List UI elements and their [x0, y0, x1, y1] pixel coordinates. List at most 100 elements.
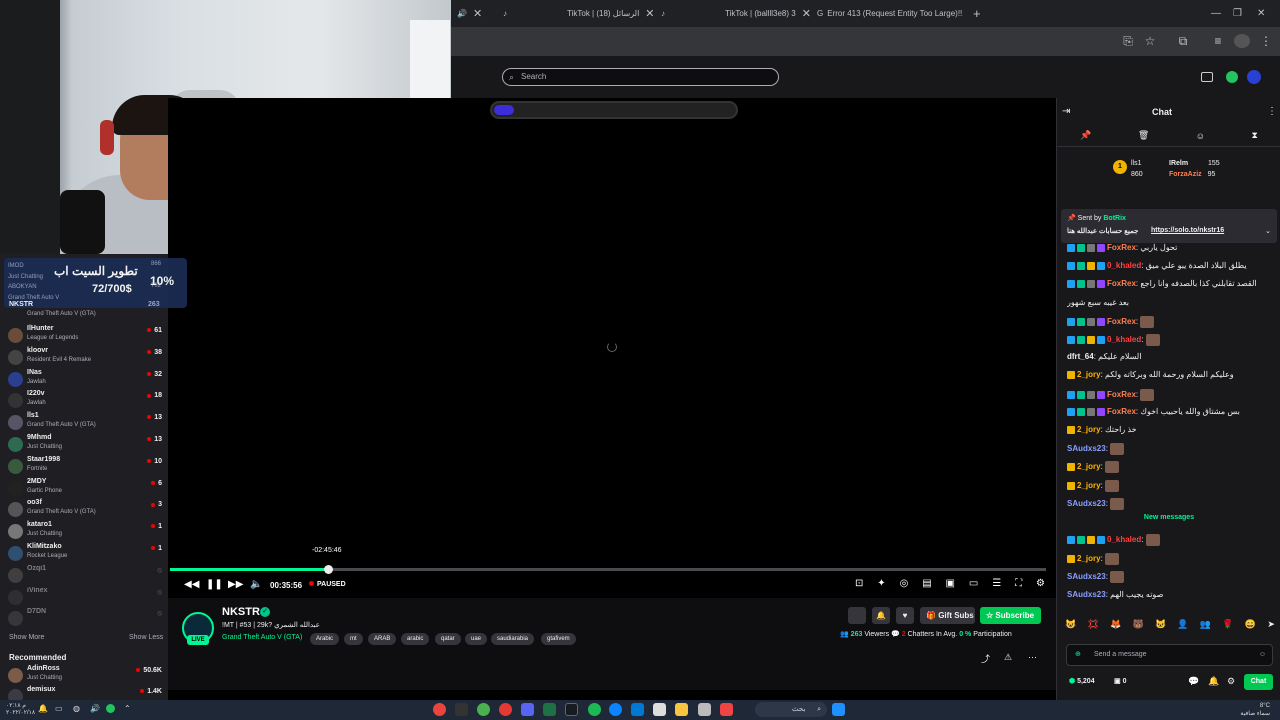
tray-app-icon[interactable] — [106, 704, 115, 713]
emote-icon[interactable]: 👥 — [1200, 619, 1211, 635]
app-icon[interactable] — [698, 703, 711, 716]
recommended-channel[interactable]: AdinRoss Just Chatting 50.6K — [8, 665, 162, 687]
chat-username[interactable]: 2_jory — [1077, 370, 1101, 379]
volume-icon[interactable]: 🔈 — [250, 579, 262, 590]
display-icon[interactable]: ▭ — [55, 704, 63, 713]
close-window-icon[interactable]: ✕ — [1257, 4, 1265, 23]
emoji-picker-icon[interactable]: ☺ — [1259, 645, 1266, 665]
steam-icon[interactable] — [565, 703, 578, 716]
stats-icon[interactable]: ▤ — [922, 578, 931, 592]
emote-icon[interactable]: 🦊 — [1110, 619, 1121, 635]
captions-icon[interactable]: ☰ — [992, 578, 1001, 592]
clip-icon[interactable]: ⊡ — [855, 578, 863, 592]
windows-start-icon[interactable] — [832, 703, 845, 716]
store-icon[interactable] — [653, 703, 666, 716]
pip-icon[interactable]: ▣ — [946, 578, 955, 592]
tab-active[interactable]: 🔊 ✕ — [457, 4, 482, 23]
sidebar-channel[interactable]: KliMitzako Rocket League 1 — [8, 543, 162, 565]
bookmark-star-icon[interactable]: ☆ — [1143, 34, 1157, 48]
pinned-link[interactable]: https://solo.to/nkstr16 — [1151, 227, 1224, 234]
pinned-message[interactable]: 📌 Sent by BotRix جميع حسابات عبدالله هنا… — [1061, 209, 1277, 243]
emote-icon[interactable]: 😺 — [1065, 619, 1076, 635]
chat-username[interactable]: 2_jory — [1077, 554, 1101, 563]
stream-tag[interactable]: mt — [344, 633, 363, 645]
close-icon[interactable]: ✕ — [645, 7, 653, 20]
extension-icon[interactable] — [1226, 71, 1238, 83]
channel-points[interactable]: ⬢ 5,204 — [1069, 677, 1095, 685]
profile-avatar[interactable] — [1234, 34, 1250, 48]
tab-error[interactable]: G Error 413 (Request Entity Too Large)!!… — [817, 4, 963, 23]
stream-tag[interactable]: Arabic — [310, 633, 340, 645]
taskbar-search[interactable]: بحث ⌕ — [755, 702, 827, 717]
minimize-icon[interactable]: — — [1211, 4, 1221, 23]
search-input[interactable]: ⌕ Search — [502, 68, 779, 86]
emote-icon[interactable]: 👤 — [1177, 619, 1188, 635]
sidebar-channel[interactable]: lls1 Grand Theft Auto V (GTA) 13 — [8, 412, 162, 434]
chat-username[interactable]: FoxRex — [1107, 279, 1136, 288]
show-more-link[interactable]: Show More — [9, 634, 44, 641]
stream-game[interactable]: Grand Theft Auto V (GTA) — [222, 634, 302, 641]
sidebar-channel[interactable]: kataro1 Just Chatting 1 — [8, 521, 162, 543]
stream-tag[interactable]: qatar — [435, 633, 461, 645]
chevron-down-icon[interactable]: ⌄ — [1265, 227, 1271, 235]
stream-tag[interactable]: saudiarabia — [491, 633, 535, 645]
sidebar-channel[interactable]: D7DN ⦸ — [8, 608, 162, 630]
new-tab-button[interactable]: + — [973, 4, 981, 23]
rewind-icon[interactable]: ◀◀ — [184, 579, 199, 590]
edge-icon[interactable] — [609, 703, 622, 716]
inbox-icon[interactable] — [1201, 72, 1213, 82]
stream-tag[interactable]: arabic — [401, 633, 430, 645]
close-icon[interactable]: ✕ — [802, 7, 811, 20]
chat-username[interactable]: 2_jory — [1077, 481, 1101, 490]
sidebar-channel[interactable]: kloovr Resident Evil 4 Remake 38 — [8, 347, 162, 369]
app-icon[interactable] — [455, 703, 468, 716]
chat-username[interactable]: 0_khaled — [1107, 261, 1141, 270]
show-less-link[interactable]: Show Less — [129, 634, 163, 641]
theatre-icon[interactable]: ▭ — [969, 578, 978, 592]
share-icon[interactable]: ⤴ — [981, 652, 990, 665]
emote-icon[interactable]: ☺ — [1196, 131, 1205, 141]
send-emote-icon[interactable]: ➤ — [1267, 619, 1275, 635]
app-icon[interactable] — [631, 703, 644, 716]
sidebar-channel[interactable]: INas Jawlah 32 — [8, 369, 162, 391]
chat-settings-gear-icon[interactable]: ⚙ — [1227, 676, 1235, 687]
media-icon[interactable]: ≡ — [1211, 34, 1225, 48]
bookmark-button[interactable] — [848, 607, 866, 624]
user-avatar[interactable] — [1247, 70, 1261, 84]
chat-username[interactable]: 2_jory — [1077, 425, 1101, 434]
chat-extension-icon[interactable]: 💬 — [1188, 676, 1199, 687]
close-icon[interactable]: ✕ — [473, 7, 482, 20]
seek-handle[interactable] — [323, 565, 333, 574]
seek-bar[interactable] — [170, 565, 1046, 574]
chat-send-button[interactable]: Chat — [1244, 674, 1273, 690]
translate-icon[interactable]: ⎘ — [1121, 34, 1135, 48]
tab-tiktok-messages[interactable]: ♪ TikTok | (18) الرسائل ✕ — [503, 4, 653, 23]
chat-username[interactable]: dfrt_64 — [1067, 352, 1094, 361]
channel-name[interactable]: NKSTR — [222, 606, 260, 618]
chat-username[interactable]: FoxRex — [1107, 390, 1136, 399]
app-icon[interactable] — [720, 703, 733, 716]
emote-icon[interactable]: 😄 — [1245, 619, 1256, 635]
subscribe-button[interactable]: ☆ Subscribe — [980, 607, 1041, 624]
excel-icon[interactable] — [543, 703, 556, 716]
sidebar-channel[interactable]: 2MDY Gartic Phone 6 — [8, 478, 162, 500]
sidebar-channel[interactable]: I220v Jawlah 18 — [8, 390, 162, 412]
chat-input[interactable]: ⊕ Send a message ☺ — [1066, 644, 1273, 666]
emote-icon[interactable]: 🐻 — [1132, 619, 1143, 635]
extensions-icon[interactable]: ⧉ — [1176, 34, 1190, 48]
notification-icon[interactable]: 🔔 — [38, 704, 48, 713]
chrome-icon[interactable] — [433, 703, 446, 716]
notification-bell-icon[interactable]: 🔔 — [872, 607, 890, 624]
settings-gear-icon[interactable]: ⚙ — [1036, 578, 1045, 592]
collapse-chat-icon[interactable]: ⇥ — [1062, 106, 1070, 117]
pin-icon[interactable]: 📌 — [1080, 130, 1091, 141]
chat-username[interactable]: 2_jory — [1077, 463, 1101, 472]
sidebar-channel[interactable]: Staar1998 Fortnite 10 — [8, 456, 162, 478]
chat-username[interactable]: SAudxs23 — [1067, 444, 1106, 453]
video-player[interactable]: -02:45:46 — [168, 98, 1056, 596]
chat-settings-icon[interactable]: ⋮ — [1267, 106, 1277, 117]
chevron-up-icon[interactable]: ⌃ — [124, 704, 131, 713]
file-explorer-icon[interactable] — [675, 703, 688, 716]
chat-username[interactable]: SAudxs23 — [1067, 499, 1106, 508]
chat-username[interactable]: FoxRex — [1107, 243, 1136, 252]
